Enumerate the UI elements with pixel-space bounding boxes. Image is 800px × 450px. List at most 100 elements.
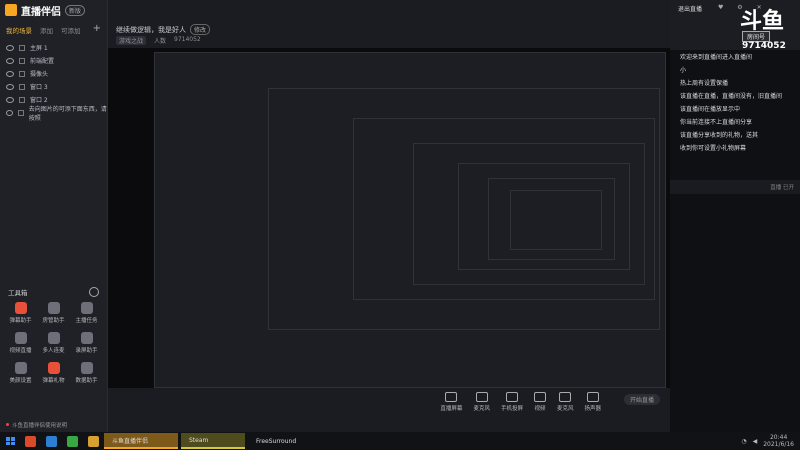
eye-icon[interactable] <box>6 83 14 90</box>
main-area: 继续做逻辑，我是好人 修改 游戏之战 人数 9714052 直播屏幕 麦克风 手… <box>108 0 670 432</box>
speaker-icon <box>586 392 599 402</box>
notice-dot-icon <box>6 423 9 426</box>
tab-addable[interactable]: 可添加 <box>61 25 81 35</box>
lock-icon[interactable] <box>19 70 25 77</box>
notice-bar[interactable]: 斗鱼直播伴侣使用说明 <box>0 417 107 432</box>
category-chip[interactable]: 游戏之战 <box>116 36 147 45</box>
tool-label: 弹幕助手 <box>9 318 32 324</box>
lock-icon[interactable] <box>19 44 25 51</box>
gift-icon <box>47 362 60 374</box>
mic-control[interactable]: 麦克风 <box>473 392 490 412</box>
chat-message: 该直播分享收到的礼物，送其 <box>680 132 759 139</box>
mic-icon <box>475 392 488 402</box>
multi-mic-icon <box>47 332 60 344</box>
chat-footer-text: 直播 已开 <box>770 185 794 191</box>
chat-list: 欢迎来到直播间进入直播间 小 热上周有设置保播 该直播在直播，直播间没有，旧直播… <box>670 50 800 154</box>
toolbox-settings-icon[interactable] <box>89 287 99 297</box>
viewers-label: 人数 <box>154 38 167 45</box>
lock-icon[interactable] <box>19 96 25 103</box>
taskbar-app-steam[interactable]: Steam <box>181 433 245 449</box>
scene-label: 主屏 1 <box>30 45 48 52</box>
stream-meta: 游戏之战 人数 9714052 <box>116 36 201 45</box>
stream-header: 继续做逻辑，我是好人 修改 <box>116 24 211 35</box>
tool-item[interactable]: 美颜设置 <box>4 362 37 384</box>
clock[interactable]: 20:44 2021/6/16 <box>763 434 794 448</box>
phone-icon <box>505 392 518 402</box>
bottom-controls: 直播屏幕 麦克风 手机投屏 视频 麦克风 扬声器 <box>108 388 670 416</box>
eye-icon[interactable] <box>6 70 14 77</box>
app-title: FreeSurround <box>256 437 297 445</box>
taskbar-app-freesurround[interactable]: FreeSurround <box>248 434 320 448</box>
windows-start-icon[interactable] <box>6 437 15 445</box>
system-tray: ◔ ◀ 20:44 2021/6/16 <box>741 434 800 448</box>
tool-item[interactable]: 数据助手 <box>70 362 103 384</box>
notice-text: 斗鱼直播伴侣使用说明 <box>12 422 68 429</box>
video-control[interactable]: 视频 <box>533 392 546 412</box>
chrome-icon[interactable] <box>67 435 78 447</box>
wifi-icon[interactable]: ◔ <box>741 438 746 445</box>
chat-message: 该直播在直播，直播间没有，旧直播间 <box>680 93 783 100</box>
lock-icon[interactable] <box>19 57 25 64</box>
scene-item[interactable]: 前端配置 <box>0 54 107 67</box>
speaker-control[interactable]: 扬声器 <box>584 392 601 412</box>
app-logo-icon <box>5 4 17 16</box>
tool-item[interactable]: 弹幕礼物 <box>37 362 70 384</box>
tool-item[interactable]: 弹幕助手 <box>4 302 37 324</box>
tool-item[interactable]: 房管助手 <box>37 302 70 324</box>
eye-icon[interactable] <box>6 109 14 116</box>
lock-icon[interactable] <box>18 109 24 116</box>
tool-item[interactable]: 视频直播 <box>4 332 37 354</box>
room-header: 退出直播 ♥ ⚙ ✕ 斗鱼 房间号 9714052 <box>670 0 800 51</box>
edge-icon[interactable] <box>46 435 57 447</box>
toolbox-title: 工具箱 <box>8 289 28 297</box>
right-panel: 退出直播 ♥ ⚙ ✕ 斗鱼 房间号 9714052 欢迎来到直播间进入直播间 小… <box>670 0 800 432</box>
folder-icon[interactable] <box>88 435 99 447</box>
scene-item[interactable]: 主屏 1 <box>0 41 107 54</box>
app-name: 直播伴侣 <box>21 6 61 18</box>
tab-my-scenes[interactable]: 我的场景 <box>6 25 32 35</box>
tool-item[interactable]: 主播任务 <box>70 302 103 324</box>
tool-item[interactable]: 多人连麦 <box>37 332 70 354</box>
stream-title: 继续做逻辑，我是好人 <box>116 25 186 34</box>
video-icon <box>533 392 546 402</box>
lock-icon[interactable] <box>19 83 25 90</box>
app-title: Steam <box>189 436 209 444</box>
tool-label: 主播任务 <box>75 318 98 324</box>
chat-message: 热上周有设置保播 <box>680 80 729 87</box>
tool-label: 录屏助手 <box>75 348 98 354</box>
scene-item[interactable]: 摄像头 <box>0 67 107 80</box>
tab-add[interactable]: 添加 <box>40 25 53 35</box>
ctrl-label: 麦克风 <box>473 406 490 412</box>
tool-label: 美颜设置 <box>9 378 32 384</box>
nested-preview-7 <box>510 190 602 250</box>
live-preview[interactable] <box>108 48 670 388</box>
video-live-icon <box>14 332 27 344</box>
version-badge[interactable]: 新版 <box>65 4 86 16</box>
phone-control[interactable]: 手机投屏 <box>501 392 523 412</box>
tool-label: 房管助手 <box>42 318 65 324</box>
volume-icon[interactable]: ◀ <box>753 438 758 445</box>
exit-live-button[interactable]: 退出直播 <box>678 4 702 13</box>
add-scene-icon[interactable]: + <box>93 24 101 35</box>
scene-item[interactable]: 去向图片的可添下面东西，请按照 <box>0 105 107 122</box>
start-live-button[interactable]: 开始直播 <box>624 394 660 405</box>
taskbar-app-douyu[interactable]: 斗鱼直播伴侣 <box>104 433 178 449</box>
data-icon <box>80 362 93 374</box>
tool-label: 多人连麦 <box>42 348 65 354</box>
eye-icon[interactable] <box>6 44 14 51</box>
scene-item[interactable]: 窗口 3 <box>0 80 107 93</box>
scene-label: 前端配置 <box>30 58 55 65</box>
chat-message: 收到你可设置小礼物屏幕 <box>680 145 747 152</box>
tool-item[interactable]: 录屏助手 <box>70 332 103 354</box>
chat-message: 你当前连接不上直播间分享 <box>680 119 753 126</box>
eye-icon[interactable] <box>6 96 14 103</box>
edit-title-button[interactable]: 修改 <box>190 24 211 35</box>
scene-label: 去向图片的可添下面东西，请按照 <box>28 105 107 122</box>
scene-tabs: 我的场景 添加 可添加 + <box>0 20 107 39</box>
clock-date: 2021/6/16 <box>763 441 794 448</box>
screen-control[interactable]: 直播屏幕 <box>440 392 462 412</box>
ctrl-label: 麦克风 <box>556 406 574 412</box>
browser-icon[interactable] <box>25 435 36 447</box>
mic2-control[interactable]: 麦克风 <box>556 392 574 412</box>
eye-icon[interactable] <box>6 57 14 64</box>
